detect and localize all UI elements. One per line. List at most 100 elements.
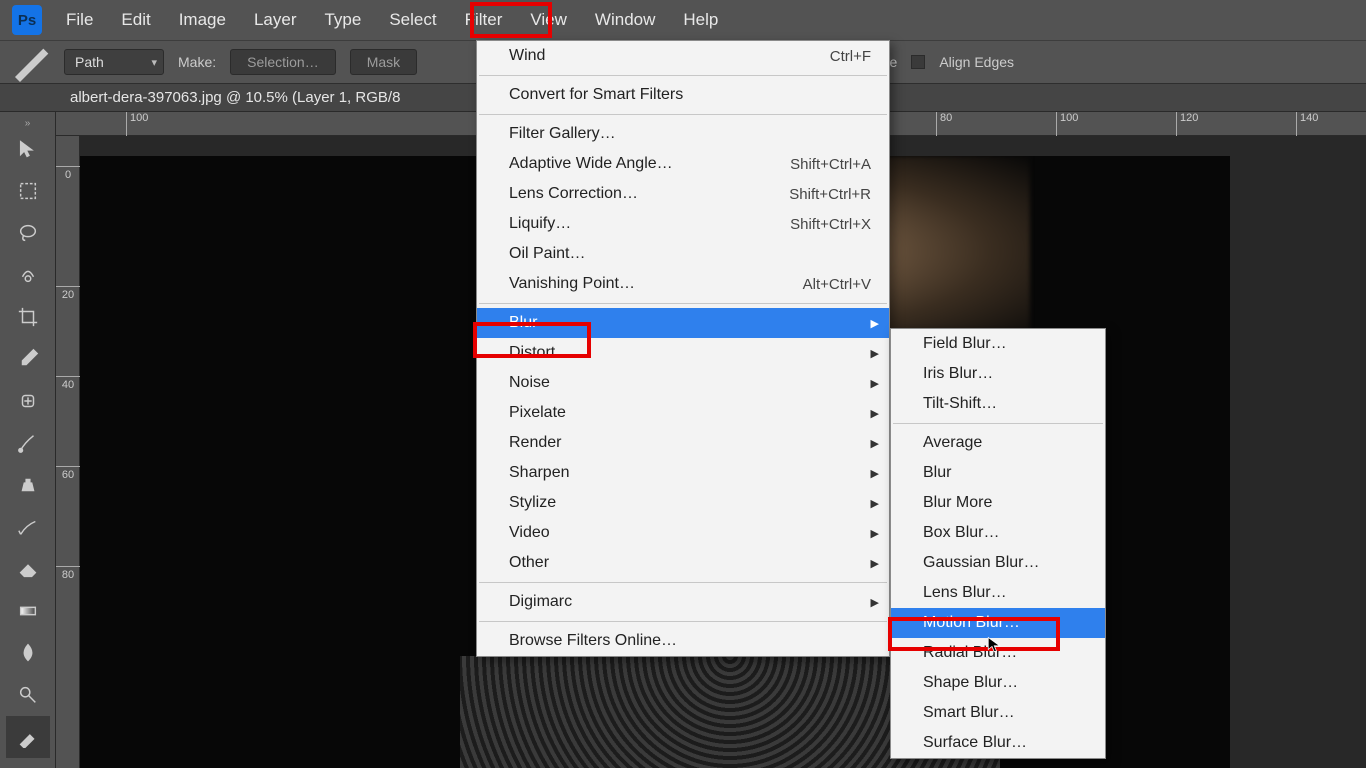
filter-menu-item[interactable]: Other: [477, 548, 889, 578]
eyedropper-tool[interactable]: [6, 338, 50, 380]
menu-item-label: Blur: [509, 314, 537, 332]
blur-menu-item[interactable]: Surface Blur…: [891, 728, 1105, 758]
filter-menu-item[interactable]: Convert for Smart Filters: [477, 80, 889, 110]
menu-view[interactable]: View: [516, 0, 581, 40]
photoshop-logo-icon: Ps: [12, 5, 42, 35]
menu-image[interactable]: Image: [165, 0, 240, 40]
filter-menu-item[interactable]: Render: [477, 428, 889, 458]
filter-menu-item[interactable]: Oil Paint…: [477, 239, 889, 269]
pen-tool[interactable]: [6, 716, 50, 758]
blur-menu-item[interactable]: Box Blur…: [891, 518, 1105, 548]
blur-menu-item[interactable]: Blur More: [891, 488, 1105, 518]
marquee-tool[interactable]: [6, 170, 50, 212]
healing-tool[interactable]: [6, 380, 50, 422]
menu-help[interactable]: Help: [669, 0, 732, 40]
blur-submenu: Field Blur…Iris Blur…Tilt-Shift…AverageB…: [890, 328, 1106, 759]
menu-item-label: Liquify…: [509, 215, 571, 233]
menu-item-label: Adaptive Wide Angle…: [509, 155, 673, 173]
filter-menu-item[interactable]: Digimarc: [477, 587, 889, 617]
menu-bar: Ps File Edit Image Layer Type Select Fil…: [0, 0, 1366, 40]
menu-item-shortcut: Alt+Ctrl+V: [803, 276, 871, 293]
blur-menu-item[interactable]: Lens Blur…: [891, 578, 1105, 608]
menu-item-label: Browse Filters Online…: [509, 632, 677, 650]
dodge-tool[interactable]: [6, 674, 50, 716]
menu-item-label: Render: [509, 434, 561, 452]
blur-menu-item[interactable]: Smart Blur…: [891, 698, 1105, 728]
menu-filter[interactable]: Filter: [451, 0, 517, 40]
crop-tool[interactable]: [6, 296, 50, 338]
lasso-tool[interactable]: [6, 212, 50, 254]
ruler-v-tick: 20: [56, 286, 80, 301]
menu-item-label: Lens Blur…: [923, 584, 1007, 602]
filter-menu-item[interactable]: Distort: [477, 338, 889, 368]
menu-item-label: Distort: [509, 344, 555, 362]
filter-menu-item[interactable]: Filter Gallery…: [477, 119, 889, 149]
eraser-tool[interactable]: [6, 548, 50, 590]
blur-menu-item[interactable]: Average: [891, 428, 1105, 458]
ruler-h-tick: 100: [1056, 112, 1078, 136]
blur-menu-item[interactable]: Shape Blur…: [891, 668, 1105, 698]
toolbox: »: [0, 112, 56, 768]
ruler-v-tick: 40: [56, 376, 80, 391]
ruler-v-tick: 60: [56, 466, 80, 481]
quick-select-tool[interactable]: [6, 254, 50, 296]
menu-separator: [479, 582, 887, 583]
blur-menu-item[interactable]: Tilt-Shift…: [891, 389, 1105, 419]
menu-item-label: Blur More: [923, 494, 992, 512]
selection-button[interactable]: Selection…: [230, 49, 336, 75]
menu-item-label: Filter Gallery…: [509, 125, 616, 143]
menu-item-label: Surface Blur…: [923, 734, 1027, 752]
filter-menu-item[interactable]: Vanishing Point… Alt+Ctrl+V: [477, 269, 889, 299]
filter-menu-item[interactable]: Video: [477, 518, 889, 548]
blur-menu-item[interactable]: Blur: [891, 458, 1105, 488]
menu-item-label: Vanishing Point…: [509, 275, 635, 293]
menu-file[interactable]: File: [52, 0, 107, 40]
menu-separator: [479, 621, 887, 622]
filter-menu-item[interactable]: Noise: [477, 368, 889, 398]
filter-menu-item[interactable]: Pixelate: [477, 398, 889, 428]
menu-item-label: Video: [509, 524, 550, 542]
filter-menu-item[interactable]: Sharpen: [477, 458, 889, 488]
menu-edit[interactable]: Edit: [107, 0, 164, 40]
gradient-tool[interactable]: [6, 590, 50, 632]
blur-menu-item[interactable]: Field Blur…: [891, 329, 1105, 359]
menu-item-label: Smart Blur…: [923, 704, 1015, 722]
brush-tool[interactable]: [6, 422, 50, 464]
blur-menu-item[interactable]: Gaussian Blur…: [891, 548, 1105, 578]
menu-select[interactable]: Select: [375, 0, 450, 40]
filter-menu-item[interactable]: Stylize: [477, 488, 889, 518]
menu-item-label: Sharpen: [509, 464, 570, 482]
filter-menu-item[interactable]: Liquify…Shift+Ctrl+X: [477, 209, 889, 239]
blur-menu-item[interactable]: Iris Blur…: [891, 359, 1105, 389]
align-edges-label: Align Edges: [939, 54, 1014, 70]
history-brush-tool[interactable]: [6, 506, 50, 548]
align-edges-checkbox[interactable]: [911, 55, 925, 69]
document-tab[interactable]: albert-dera-397063.jpg @ 10.5% (Layer 1,…: [70, 89, 400, 106]
move-tool[interactable]: [6, 128, 50, 170]
menu-item-label: Oil Paint…: [509, 245, 585, 263]
menu-layer[interactable]: Layer: [240, 0, 311, 40]
filter-menu-item[interactable]: Lens Correction…Shift+Ctrl+R: [477, 179, 889, 209]
filter-menu-item[interactable]: Browse Filters Online…: [477, 626, 889, 656]
menu-type[interactable]: Type: [310, 0, 375, 40]
ruler-h-tick: 100: [126, 112, 148, 136]
menu-item-label: Other: [509, 554, 549, 572]
blur-tool[interactable]: [6, 632, 50, 674]
ruler-h-tick: 140: [1296, 112, 1318, 136]
make-label: Make:: [178, 54, 216, 70]
menu-item-shortcut: Shift+Ctrl+A: [790, 156, 871, 173]
ruler-v-tick: 0: [56, 166, 80, 181]
toolbox-collapse-grip[interactable]: »: [0, 118, 55, 128]
menu-item-label: Digimarc: [509, 593, 572, 611]
menu-item-label: Wind: [509, 47, 545, 65]
menu-item-label: Field Blur…: [923, 335, 1007, 353]
menu-window[interactable]: Window: [581, 0, 669, 40]
filter-menu-item[interactable]: Blur: [477, 308, 889, 338]
filter-menu-item[interactable]: Adaptive Wide Angle… Shift+Ctrl+A: [477, 149, 889, 179]
mode-dropdown[interactable]: Path: [64, 49, 164, 75]
mask-button[interactable]: Mask: [350, 49, 417, 75]
filter-menu-item[interactable]: WindCtrl+F: [477, 41, 889, 71]
blur-menu-item[interactable]: Motion Blur…: [891, 608, 1105, 638]
clone-stamp-tool[interactable]: [6, 464, 50, 506]
menu-item-label: Lens Correction…: [509, 185, 638, 203]
